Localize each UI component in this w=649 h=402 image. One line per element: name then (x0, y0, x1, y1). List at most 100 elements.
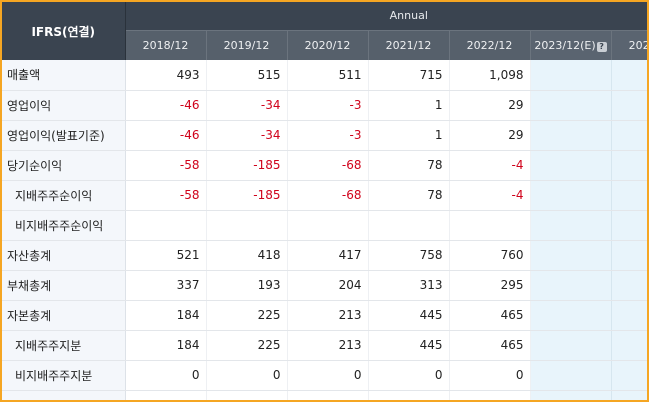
year-header: 2020/12 (287, 29, 369, 60)
value-cell: -3 (287, 120, 369, 151)
value-cell (611, 150, 647, 181)
value-cell: -58 (125, 180, 207, 211)
table-row: 비지배주주지분 0 0 0 0 0 (2, 360, 647, 391)
value-cell (449, 390, 531, 400)
value-cell: 295 (449, 270, 531, 301)
year-header: 2019/12 (206, 29, 288, 60)
value-cell: -58 (125, 150, 207, 181)
row-label: 매출액 (2, 60, 126, 91)
financial-summary-table: IFRS(연결) Annual 2018/12 2019/12 2020/12 … (2, 2, 647, 400)
table-row: 비지배주주순이익 (2, 210, 647, 241)
value-cell (530, 180, 612, 211)
value-cell (530, 150, 612, 181)
row-label: 영업이익 (2, 90, 126, 121)
help-icon[interactable]: ? (596, 41, 607, 52)
year-header: 2021/12 (368, 29, 450, 60)
value-cell (530, 300, 612, 331)
table-row: 매출액 493 515 511 715 1,098 (2, 60, 647, 91)
value-cell: 204 (287, 270, 369, 301)
value-cell: 1 (368, 120, 450, 151)
value-cell (206, 390, 288, 400)
value-cell: 511 (287, 60, 369, 91)
value-cell: 0 (449, 360, 531, 391)
value-cell: -46 (125, 90, 207, 121)
value-cell: 0 (287, 360, 369, 391)
value-cell (611, 120, 647, 151)
year-header: 2024/12 (611, 29, 647, 60)
value-cell: -4 (449, 150, 531, 181)
value-cell (611, 300, 647, 331)
value-cell: 78 (368, 180, 450, 211)
value-cell: 1,098 (449, 60, 531, 91)
value-cell: 337 (125, 270, 207, 301)
value-cell: 445 (368, 330, 450, 361)
value-cell: -68 (287, 150, 369, 181)
value-cell (449, 210, 531, 241)
row-label: 영업이익(발표기준) (2, 120, 126, 151)
accounting-standard-header: IFRS(연결) (2, 2, 126, 60)
value-cell: 193 (206, 270, 288, 301)
value-cell: -34 (206, 120, 288, 151)
value-cell: 445 (368, 300, 450, 331)
estimate-year-label: 2023/12(E) (534, 38, 596, 52)
value-cell: -34 (206, 90, 288, 121)
value-cell: 225 (206, 330, 288, 361)
value-cell: 715 (368, 60, 450, 91)
table-row: 영업이익 -46 -34 -3 1 29 (2, 90, 647, 121)
value-cell (530, 270, 612, 301)
value-cell: 465 (449, 300, 531, 331)
value-cell (287, 210, 369, 241)
value-cell: -68 (287, 180, 369, 211)
value-cell: 29 (449, 120, 531, 151)
annual-group-header: Annual (125, 2, 647, 30)
value-cell (611, 270, 647, 301)
value-cell (125, 390, 207, 400)
table-row: 자산총계 521 418 417 758 760 (2, 240, 647, 271)
value-cell (611, 60, 647, 91)
value-cell (530, 90, 612, 121)
value-cell (611, 330, 647, 361)
value-cell: 0 (125, 360, 207, 391)
value-cell (611, 210, 647, 241)
value-cell (530, 120, 612, 151)
table-row: 당기순이익 -58 -185 -68 78 -4 (2, 150, 647, 181)
row-label: 부채총계 (2, 270, 126, 301)
value-cell (368, 390, 450, 400)
financial-table-panel: IFRS(연결) Annual 2018/12 2019/12 2020/12 … (0, 0, 649, 402)
row-label: 자본총계 (2, 300, 126, 331)
value-cell: 313 (368, 270, 450, 301)
value-cell (125, 210, 207, 241)
value-cell: -185 (206, 150, 288, 181)
value-cell (611, 240, 647, 271)
row-label: 자본금 (2, 390, 126, 400)
value-cell (287, 390, 369, 400)
value-cell: 184 (125, 330, 207, 361)
value-cell: 515 (206, 60, 288, 91)
value-cell (611, 180, 647, 211)
value-cell: -185 (206, 180, 288, 211)
value-cell: 1 (368, 90, 450, 121)
value-cell: 760 (449, 240, 531, 271)
value-cell: 465 (449, 330, 531, 361)
value-cell: 758 (368, 240, 450, 271)
row-label: 지배주주지분 (2, 330, 126, 361)
table-row: 자본총계 184 225 213 445 465 (2, 300, 647, 331)
table-row: 영업이익(발표기준) -46 -34 -3 1 29 (2, 120, 647, 151)
value-cell: 184 (125, 300, 207, 331)
value-cell (530, 240, 612, 271)
value-cell: 213 (287, 330, 369, 361)
value-cell: 0 (368, 360, 450, 391)
row-label: 자산총계 (2, 240, 126, 271)
value-cell (611, 360, 647, 391)
year-header: 2018/12 (125, 29, 207, 60)
value-cell: -4 (449, 180, 531, 211)
value-cell (368, 210, 450, 241)
value-cell (611, 90, 647, 121)
table-row: 자본금 (2, 390, 647, 400)
value-cell: 0 (206, 360, 288, 391)
value-cell: 521 (125, 240, 207, 271)
table-row: 지배주주순이익 -58 -185 -68 78 -4 (2, 180, 647, 211)
value-cell (530, 360, 612, 391)
row-label: 당기순이익 (2, 150, 126, 181)
value-cell (206, 210, 288, 241)
